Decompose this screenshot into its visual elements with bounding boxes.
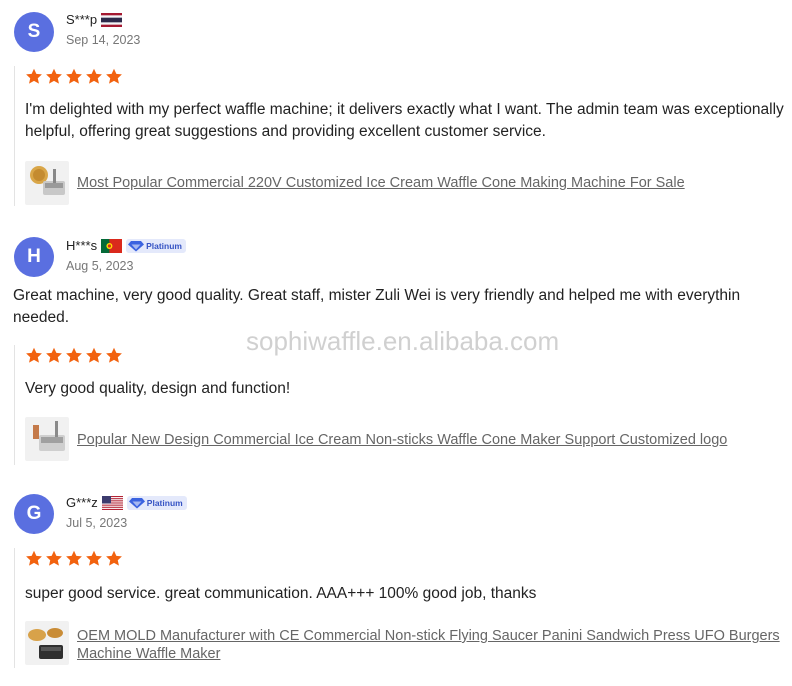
avatar: S (14, 12, 54, 52)
star-icon (46, 550, 62, 566)
review-text: super good service. great communication.… (25, 585, 537, 602)
product-thumbnail[interactable] (25, 621, 69, 665)
star-icon (26, 347, 42, 363)
followup-line: Great machine, very good quality. Great … (13, 287, 741, 304)
product-link[interactable]: Popular New Design Commercial Ice Cream … (77, 431, 792, 449)
star-icon (26, 550, 42, 566)
review-body: super good service. great communication.… (14, 548, 792, 668)
reviewer-name: G***z Platinum (66, 495, 187, 510)
star-rating (25, 347, 123, 364)
platinum-badge: Platinum (126, 238, 186, 253)
username: H***s (66, 238, 98, 253)
review-text: Very good quality, design and function! (25, 380, 291, 397)
review-body: Very good quality, design and function! … (14, 345, 792, 465)
star-icon (106, 347, 122, 363)
star-icon (106, 550, 122, 566)
thailand-flag-icon (101, 12, 123, 27)
star-icon (26, 68, 42, 84)
review-date: Sep 14, 2023 (66, 33, 141, 47)
usa-flag-icon (101, 495, 123, 510)
product-link[interactable]: Most Popular Commercial 220V Customized … (77, 174, 792, 192)
platinum-badge: Platinum (126, 495, 187, 510)
star-icon (106, 68, 122, 84)
review-date: Jul 5, 2023 (66, 516, 128, 530)
product-thumbnail[interactable] (25, 161, 69, 205)
review-followup: Great machine, very good quality. Great … (13, 285, 740, 329)
star-icon (86, 550, 102, 566)
star-icon (86, 347, 102, 363)
username: G***z (66, 495, 98, 510)
star-icon (46, 68, 62, 84)
star-icon (86, 68, 102, 84)
portugal-flag-icon (101, 238, 123, 253)
diamond-icon (128, 240, 145, 251)
star-rating (25, 550, 123, 567)
review-text: I'm delighted with my perfect waffle mac… (25, 101, 784, 140)
star-icon (66, 347, 82, 363)
product-thumbnail[interactable] (25, 417, 69, 461)
username: S***p (66, 12, 98, 27)
badge-label: Platinum (146, 497, 183, 508)
watermark: sophiwaffle.en.alibaba.com (246, 326, 560, 356)
reviewer-name: H***s Platinum (66, 238, 186, 253)
star-rating (25, 68, 123, 85)
review-body: I'm delighted with my perfect waffle mac… (14, 66, 792, 206)
avatar: G (14, 494, 54, 534)
diamond-icon (128, 497, 145, 508)
star-icon (66, 68, 82, 84)
star-icon (46, 347, 62, 363)
badge-label: Platinum (146, 240, 182, 251)
product-link[interactable]: OEM MOLD Manufacturer with CE Commercial… (77, 627, 792, 663)
star-icon (66, 550, 82, 566)
review-date: Aug 5, 2023 (66, 259, 134, 273)
avatar: H (14, 237, 54, 277)
reviewer-name: S***p (66, 12, 123, 27)
